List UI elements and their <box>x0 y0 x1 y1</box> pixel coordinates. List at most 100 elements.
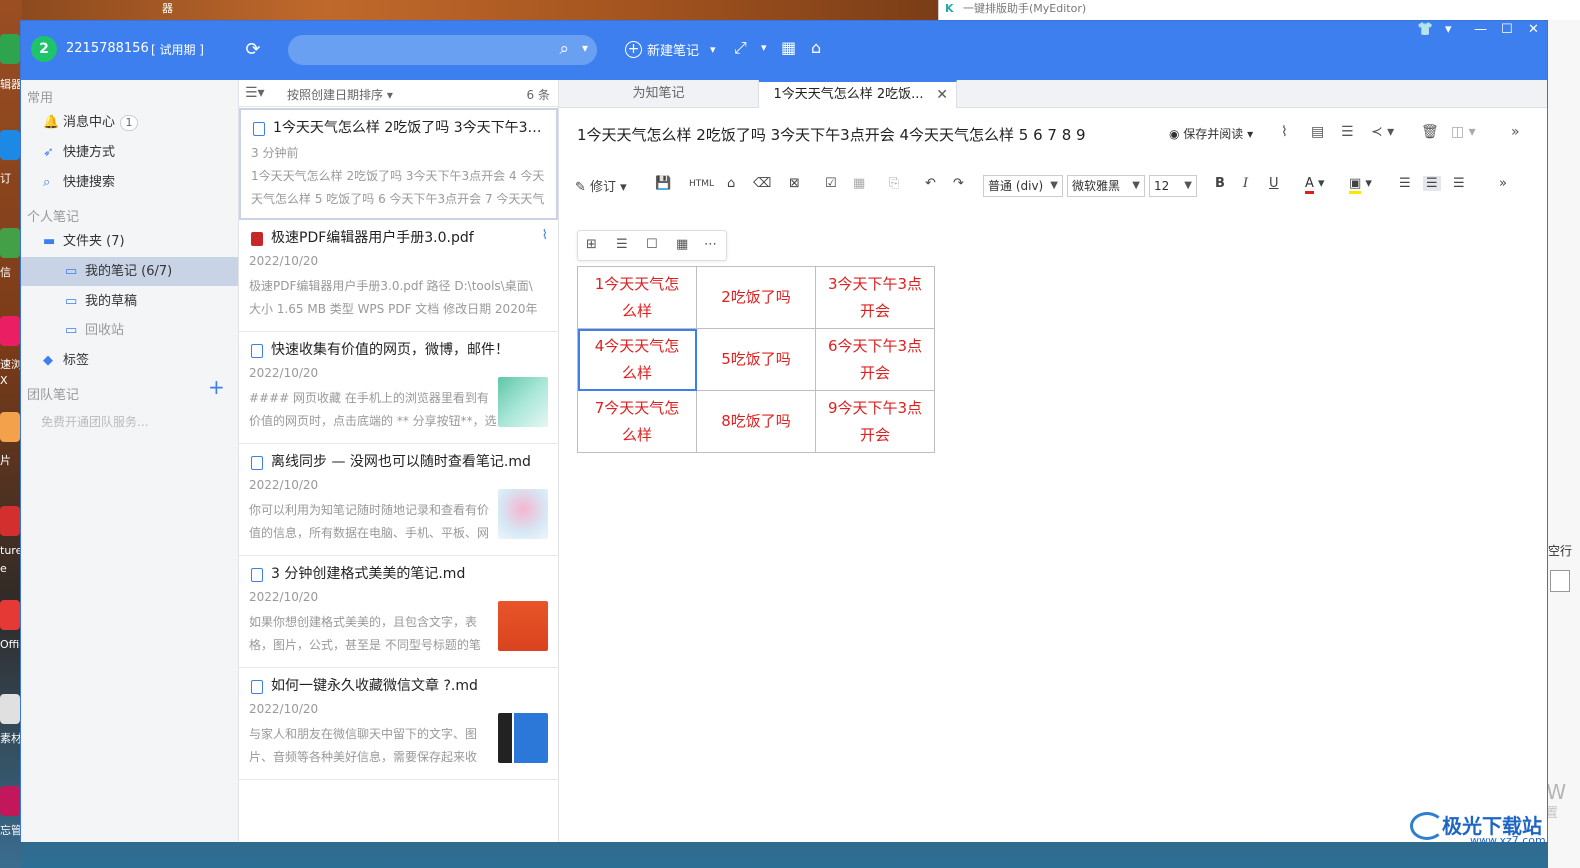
list-item[interactable]: 3 分钟创建格式美美的笔记.md 2022/10/20 如果你想创建格式美美的，… <box>239 556 558 668</box>
share-icon[interactable]: ≺ ▾ <box>1371 124 1394 140</box>
expand-icon[interactable]: ⤢ <box>734 38 747 58</box>
table-cell[interactable]: 9今天下午3点开会 <box>815 390 935 453</box>
sidebar-item-recycle-bin[interactable]: ▭ 回收站 <box>21 316 238 345</box>
table-cell[interactable]: 8吃饭了吗 <box>696 390 816 453</box>
desktop-app-icon[interactable] <box>0 130 20 160</box>
font-size-select[interactable]: 12 ▼ <box>1149 175 1197 197</box>
format-painter-icon[interactable]: ⌂ <box>727 176 735 191</box>
menu-dropdown-icon[interactable]: ▾ <box>1445 22 1452 37</box>
desktop-app-icon[interactable] <box>0 600 20 630</box>
insert-icon[interactable]: ⎘ <box>889 176 899 191</box>
desktop-app-icon[interactable] <box>0 786 20 816</box>
trial-badge[interactable]: [ 试用期 ] <box>151 41 204 58</box>
table-cell[interactable]: 7今天天气怎么样 <box>577 390 697 453</box>
comment-icon[interactable]: ▤ <box>1311 124 1324 140</box>
undo-icon[interactable]: ↶ <box>925 176 936 191</box>
list-item[interactable]: 极速PDF编辑器用户手册3.0.pdf ⌇ 2022/10/20 极速PDF编辑… <box>239 220 558 332</box>
list-item[interactable]: 快速收集有价值的网页，微博，邮件！ 2022/10/20 #### 网页收藏 在… <box>239 332 558 444</box>
attachment-icon[interactable]: ⌇ <box>1281 124 1288 140</box>
search-box[interactable]: ⌕ ▾ <box>288 35 597 65</box>
chevron-down-icon[interactable]: ▾ <box>710 43 716 56</box>
sidebar-item-tags[interactable]: ◆ 标签 <box>21 346 238 375</box>
list-item[interactable]: 如何一键永久收藏微信文章 ?.md 2022/10/20 与家人和朋友在微信聊天… <box>239 668 558 780</box>
eraser-icon[interactable]: ⌫ <box>753 176 771 191</box>
table-align-icon[interactable]: ☰ <box>616 237 628 252</box>
tab-wiznote[interactable]: 为知笔记 <box>559 80 759 108</box>
font-family-select[interactable]: 微软雅黑 ▼ <box>1067 175 1145 197</box>
list-item[interactable]: 1今天天气怎么样 2吃饭了吗 3今天下午3点开会 4今天天气怎么样 5 6 7 … <box>239 108 558 220</box>
history-icon[interactable]: ☰ <box>1341 124 1354 140</box>
background-window[interactable]: K 一键排版助手(MyEditor) <box>938 0 1580 20</box>
table-structure-icon[interactable]: ⊞ <box>586 237 597 252</box>
team-promo-link[interactable]: 免费开通团队服务... <box>41 413 148 430</box>
chevron-down-icon[interactable]: ▾ <box>582 41 588 55</box>
align-center-icon[interactable]: ☰ <box>1423 176 1441 191</box>
desktop-app-icon[interactable] <box>0 694 20 724</box>
close-icon[interactable]: ✕ <box>1528 22 1539 37</box>
align-left-icon[interactable]: ☰ <box>1399 176 1411 191</box>
table-cell[interactable]: 2吃饭了吗 <box>696 266 816 329</box>
underline-button[interactable]: U <box>1269 176 1279 191</box>
sidebar-item-shortcuts[interactable]: ➶ 快捷方式 <box>21 138 238 167</box>
sidebar-item-my-notes[interactable]: ▭ 我的笔记 (6/7) <box>21 257 238 286</box>
sync-icon[interactable]: ⟳ <box>242 39 264 61</box>
bold-button[interactable]: B <box>1215 176 1225 191</box>
html-button[interactable]: HTML <box>689 179 714 189</box>
search-input[interactable] <box>302 40 542 60</box>
sidebar-item-my-drafts[interactable]: ▭ 我的草稿 <box>21 287 238 316</box>
align-right-icon[interactable]: ☰ <box>1453 176 1465 191</box>
close-icon[interactable]: ✕ <box>936 82 948 108</box>
book-icon[interactable]: ◫ ▾ <box>1451 124 1476 140</box>
sort-dropdown[interactable]: 按照创建日期排序 ▾ <box>287 86 393 103</box>
tab-current-note[interactable]: 1今天天气怎么样 2吃饭... ✕ <box>759 80 957 108</box>
desktop-app-icon[interactable] <box>0 412 20 442</box>
grid-icon[interactable]: ▦ <box>781 38 796 57</box>
search-icon[interactable]: ⌕ <box>559 39 569 59</box>
checkbox-icon[interactable]: ☑ <box>825 176 837 191</box>
table-cell[interactable]: 1今天天气怎么样 <box>577 266 697 329</box>
new-note-button[interactable]: + 新建笔记 ▾ <box>625 40 716 59</box>
more-icon[interactable]: ⋯ <box>704 237 717 252</box>
desktop-app-icon[interactable] <box>0 316 20 346</box>
desktop-app-icon[interactable] <box>0 228 20 258</box>
home-icon[interactable]: ⌂ <box>811 38 821 57</box>
note-icon <box>251 344 263 358</box>
table-cell[interactable]: 4今天天气怎么样 <box>577 328 697 391</box>
chevron-down-icon[interactable]: ▾ <box>761 41 767 54</box>
background-text-fragment: 空行 <box>1548 544 1573 558</box>
revise-button[interactable]: ✎ 修订 ▾ <box>575 176 627 195</box>
sidebar-item-message-center[interactable]: 🔔 消息中心 1 <box>21 108 238 137</box>
desktop-app-icon[interactable] <box>0 506 20 536</box>
save-icon[interactable]: 💾 <box>655 176 671 191</box>
cell-border-icon[interactable]: ☐ <box>646 237 658 252</box>
desktop-app-icon[interactable] <box>0 34 20 64</box>
italic-button[interactable]: I <box>1243 176 1248 191</box>
sidebar-item-quick-search[interactable]: ⌕ 快捷搜索 <box>21 168 238 197</box>
add-team-icon[interactable]: + <box>208 375 225 399</box>
paragraph-style-select[interactable]: 普通 (div) ▼ <box>983 175 1063 197</box>
minimize-icon[interactable]: — <box>1474 22 1487 37</box>
user-id[interactable]: 2215788156 <box>66 41 149 56</box>
more-icon[interactable]: » <box>1511 124 1520 140</box>
save-and-read-button[interactable]: ◉ 保存并阅读 ▾ <box>1169 125 1253 142</box>
avatar[interactable]: 2 <box>31 36 57 62</box>
page-title[interactable]: 1今天天气怎么样 2吃饭了吗 3今天下午3点开会 4今天天气怎么样 5 6 7 … <box>577 124 1086 145</box>
sidebar-item-folders[interactable]: ▬ 文件夹 (7) <box>21 227 238 256</box>
highlight-button[interactable]: ▣ ▾ <box>1349 176 1372 194</box>
folder-outline-icon: ▭ <box>65 294 78 309</box>
table-icon[interactable]: ▦ <box>853 176 865 191</box>
skin-icon[interactable]: 👕 <box>1417 22 1433 37</box>
font-color-button[interactable]: A ▾ <box>1305 176 1325 194</box>
redo-icon[interactable]: ↷ <box>953 176 964 191</box>
image-edit-icon[interactable]: ⊠ <box>789 176 800 191</box>
table-cell[interactable]: 5吃饭了吗 <box>696 328 816 391</box>
maximize-icon[interactable]: ☐ <box>1501 22 1513 37</box>
bell-icon: 🔔 <box>43 115 60 130</box>
trash-icon[interactable]: 🗑 <box>1421 124 1439 140</box>
list-view-icon[interactable]: ☰▾ <box>245 85 265 101</box>
list-item[interactable]: 离线同步 — 没网也可以随时查看笔记.md 2022/10/20 你可以利用为知… <box>239 444 558 556</box>
table-cell[interactable]: 3今天下午3点开会 <box>815 266 935 329</box>
table-layout-icon[interactable]: ▦ <box>676 237 688 252</box>
table-cell[interactable]: 6今天下午3点开会 <box>815 328 935 391</box>
more-format-icon[interactable]: » <box>1499 176 1507 191</box>
